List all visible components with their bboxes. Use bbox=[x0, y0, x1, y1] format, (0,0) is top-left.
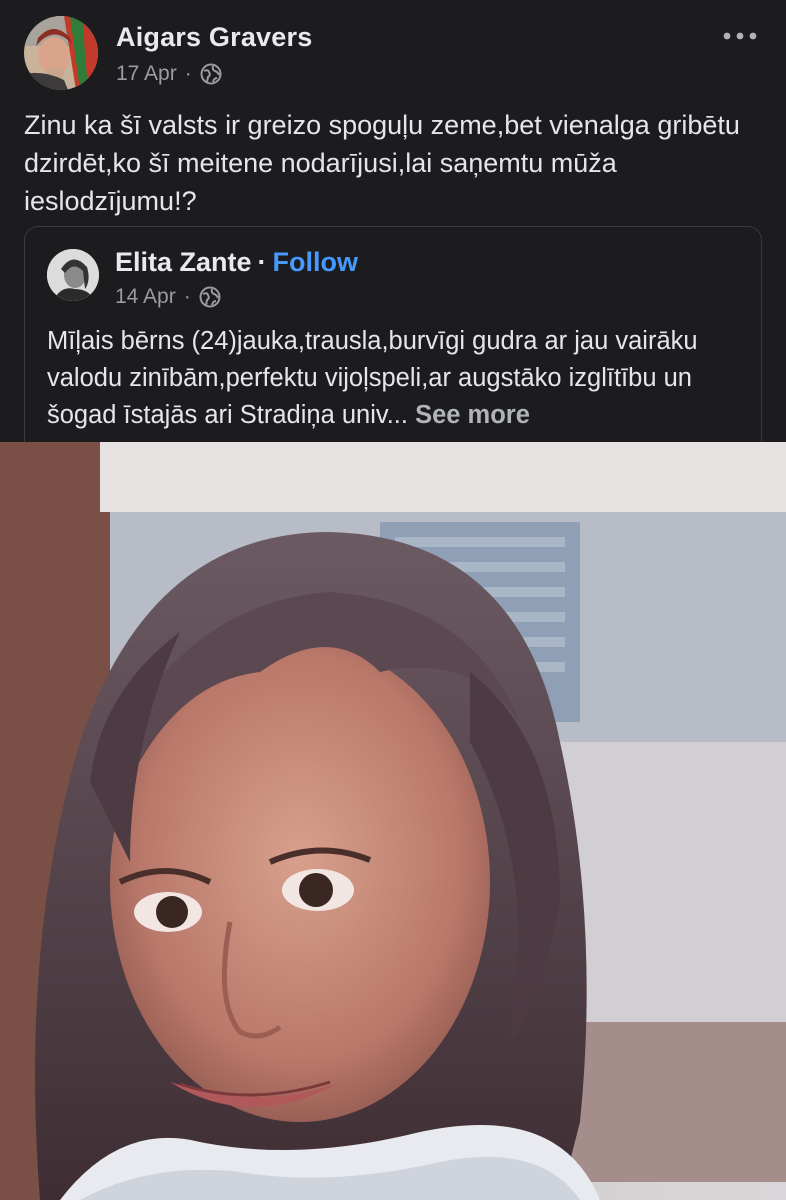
shared-meta-separator: · bbox=[183, 285, 191, 308]
shared-separator: · bbox=[257, 247, 267, 277]
shared-text-body: Mīļais bērns (24)jauka,trausla,burvīgi g… bbox=[47, 327, 698, 429]
shared-author-avatar[interactable] bbox=[47, 249, 99, 301]
post-text: Zinu ka šī valsts ir greizo spoguļu zeme… bbox=[24, 110, 740, 216]
globe-icon bbox=[199, 286, 221, 308]
more-horizontal-icon bbox=[723, 32, 757, 40]
more-options-button[interactable] bbox=[720, 24, 760, 48]
shared-author-name[interactable]: Elita Zante bbox=[115, 247, 252, 278]
post-meta: 17 Apr · bbox=[116, 62, 222, 86]
author-avatar[interactable] bbox=[24, 16, 98, 90]
facebook-post: Aigars Gravers 17 Apr · Zinu ka šī valst… bbox=[0, 0, 786, 1200]
see-more-link[interactable]: See more bbox=[415, 401, 530, 429]
shared-post-card[interactable]: Elita Zante · Follow 14 Apr · Mīļais bēr… bbox=[24, 226, 762, 466]
shared-meta: 14 Apr · bbox=[115, 285, 221, 309]
shared-text: Mīļais bērns (24)jauka,trausla,burvīgi g… bbox=[47, 323, 747, 434]
globe-icon bbox=[200, 63, 222, 85]
post-photo[interactable] bbox=[0, 442, 786, 1200]
follow-button[interactable]: Follow bbox=[273, 247, 358, 278]
post-date[interactable]: 17 Apr bbox=[116, 62, 177, 86]
shared-name-row: Elita Zante · Follow bbox=[115, 247, 358, 278]
author-name[interactable]: Aigars Gravers bbox=[116, 22, 312, 53]
post-header: Aigars Gravers 17 Apr · bbox=[24, 16, 764, 94]
portrait-photo bbox=[0, 442, 786, 1200]
meta-separator: · bbox=[184, 62, 192, 85]
shared-date[interactable]: 14 Apr bbox=[115, 285, 176, 309]
